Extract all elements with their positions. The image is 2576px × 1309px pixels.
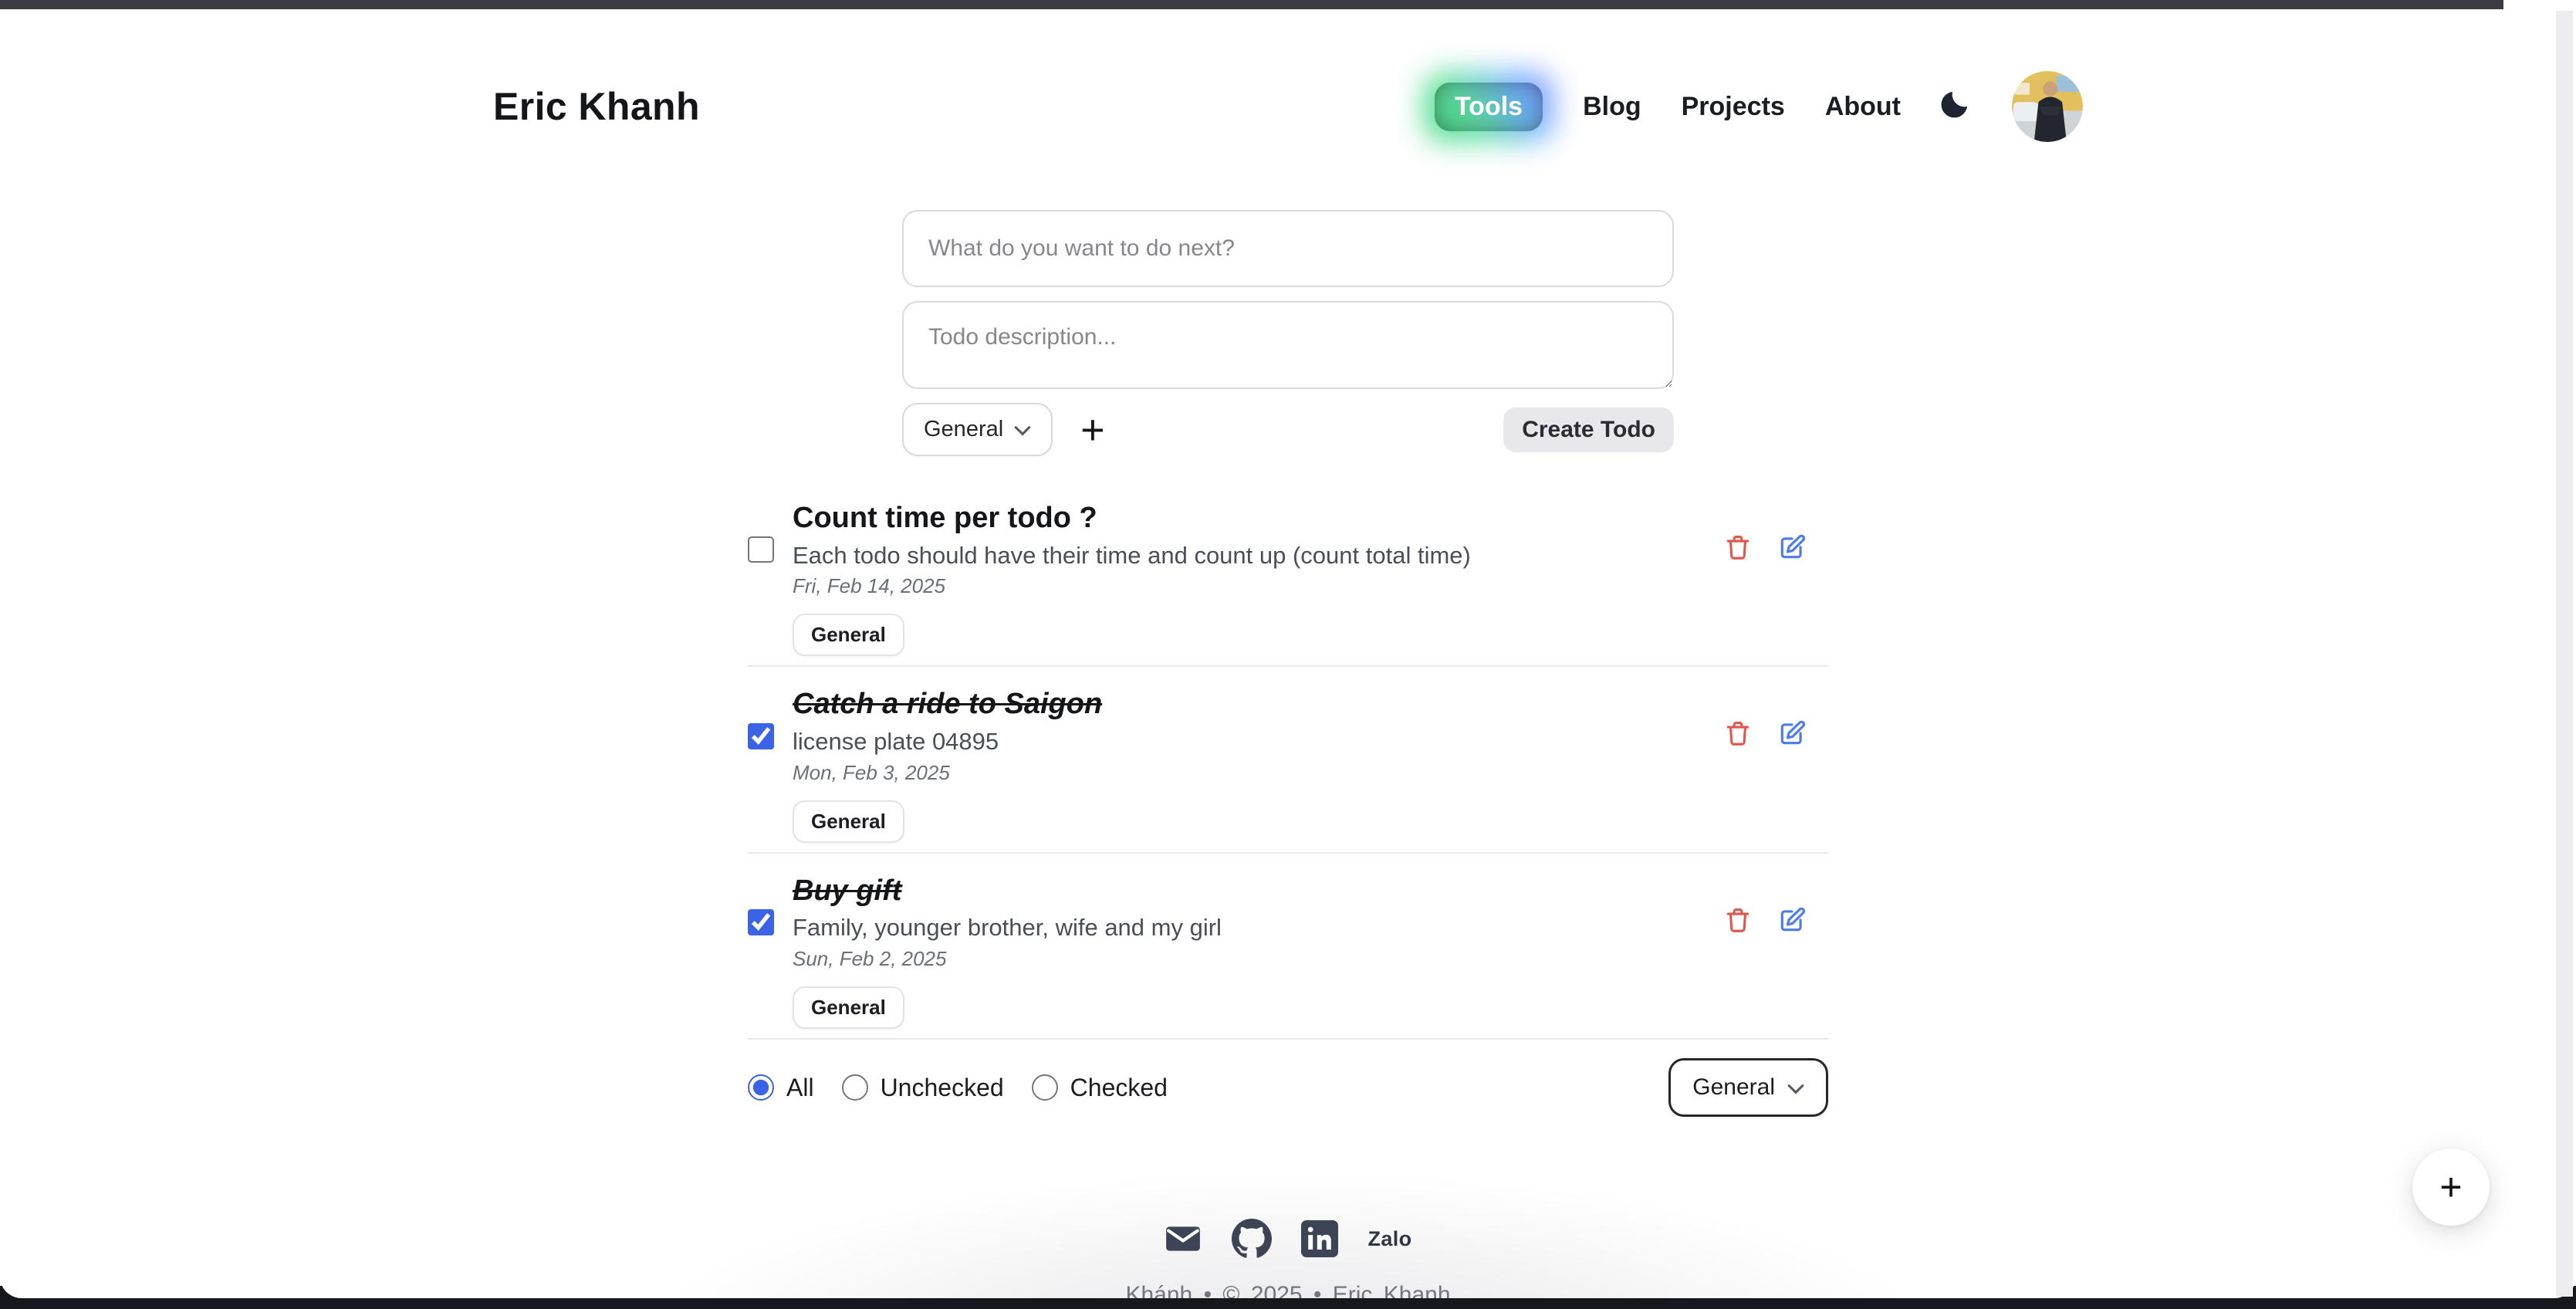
pencil-square-icon [1777,905,1807,940]
todo-title: Buy gift [793,874,1222,909]
theme-toggle-button[interactable] [1938,87,1972,127]
github-link[interactable] [1232,1219,1272,1259]
todo-date: Sun, Feb 2, 2025 [793,947,1222,971]
filter-radio-group: All Unchecked Checked [748,1074,1168,1102]
todo-actions [1720,715,1828,756]
todo-main: Catch a ride to Saigon license plate 048… [748,687,1828,784]
page: Eric Khanh Tools Blog Projects About [0,9,2576,1298]
todo-tag: General [793,986,904,1029]
filter-row: All Unchecked Checked General [748,1058,1828,1117]
pencil-square-icon [1777,533,1807,567]
chevron-down-icon [1787,1074,1804,1101]
envelope-icon [1164,1219,1202,1258]
pencil-square-icon [1777,719,1807,753]
filter-label: Unchecked [881,1074,1004,1102]
avatar[interactable] [2012,71,2083,142]
delete-todo-button[interactable] [1720,529,1756,570]
todo-list: Count time per todo ? Each todo should h… [748,481,1828,1040]
delete-todo-button[interactable] [1720,715,1756,756]
todo-main: Buy gift Family, younger brother, wife a… [748,874,1828,971]
nav-item-blog[interactable]: Blog [1583,92,1641,122]
todo-checkbox[interactable] [748,909,774,935]
filter-option-all[interactable]: All [748,1074,814,1102]
todo-checkbox[interactable] [748,723,774,749]
todo-text: Buy gift Family, younger brother, wife a… [793,874,1222,971]
todo-main: Count time per todo ? Each todo should h… [748,501,1828,598]
filter-category-value: General [1692,1074,1775,1101]
site-footer: Zalo Khánh • © 2025 • Eric Khanh [0,1117,2576,1298]
filter-label: All [786,1074,814,1102]
nav-item-projects[interactable]: Projects [1682,92,1785,122]
scrollbar-track[interactable] [2556,11,2573,1297]
email-link[interactable] [1164,1219,1202,1258]
edit-todo-button[interactable] [1774,529,1810,570]
trash-icon [1723,719,1753,753]
todo-actions [1720,529,1828,570]
form-controls: General + Create Todo [902,403,1674,456]
todo-description: Each todo should have their time and cou… [793,539,1471,572]
todo-actions [1720,902,1828,943]
todo-description-input[interactable] [902,301,1674,389]
filter-radio-checked[interactable] [1032,1074,1058,1101]
todo-title: Catch a ride to Saigon [793,687,1102,722]
nav-item-about[interactable]: About [1825,92,1901,122]
trash-icon [1723,905,1753,940]
todo-tag: General [793,800,904,843]
todo-date: Fri, Feb 14, 2025 [793,574,1471,598]
main-nav: Tools Blog Projects About [1435,71,2083,142]
filter-option-checked[interactable]: Checked [1032,1074,1168,1102]
category-select-value: General [924,417,1003,442]
create-todo-button[interactable]: Create Todo [1503,408,1674,452]
copyright-text: Khánh • © 2025 • Eric Khanh [0,1282,2576,1298]
moon-icon [1938,87,1972,127]
floating-add-button[interactable]: + [2412,1148,2490,1226]
zalo-link[interactable]: Zalo [1367,1227,1411,1251]
todo-description: license plate 04895 [793,726,1102,758]
site-logo[interactable]: Eric Khanh [493,84,700,129]
trash-icon [1723,533,1753,567]
filter-radio-unchecked[interactable] [842,1074,868,1101]
linkedin-link[interactable] [1301,1220,1338,1257]
todo-item: Buy gift Family, younger brother, wife a… [748,854,1828,1040]
edit-todo-button[interactable] [1774,902,1810,943]
todo-item: Catch a ride to Saigon license plate 048… [748,667,1828,853]
add-category-button[interactable]: + [1077,409,1108,451]
filter-radio-all[interactable] [748,1074,774,1101]
todo-description: Family, younger brother, wife and my gir… [793,912,1222,944]
todo-text: Catch a ride to Saigon license plate 048… [793,687,1102,784]
todo-tag: General [793,614,904,656]
filter-category-select[interactable]: General [1668,1058,1828,1117]
filter-label: Checked [1070,1074,1168,1102]
delete-todo-button[interactable] [1720,902,1756,943]
edit-todo-button[interactable] [1774,715,1810,756]
filter-option-unchecked[interactable]: Unchecked [842,1074,1004,1102]
todo-text: Count time per todo ? Each todo should h… [793,501,1471,598]
create-todo-form: General + Create Todo [902,210,1674,456]
category-select[interactable]: General [902,403,1053,456]
github-icon [1232,1219,1272,1259]
todo-title: Count time per todo ? [793,501,1471,536]
todo-checkbox[interactable] [748,536,774,563]
todo-date: Mon, Feb 3, 2025 [793,761,1102,785]
linkedin-icon [1301,1220,1338,1257]
todo-title-input[interactable] [902,210,1674,287]
todo-item: Count time per todo ? Each todo should h… [748,481,1828,667]
window-top-bar [0,0,2503,9]
nav-item-tools[interactable]: Tools [1435,83,1543,131]
social-row: Zalo [0,1219,2576,1259]
zalo-label: Zalo [1367,1227,1411,1251]
chevron-down-icon [1014,417,1031,442]
site-header: Eric Khanh Tools Blog Projects About [493,9,2083,142]
